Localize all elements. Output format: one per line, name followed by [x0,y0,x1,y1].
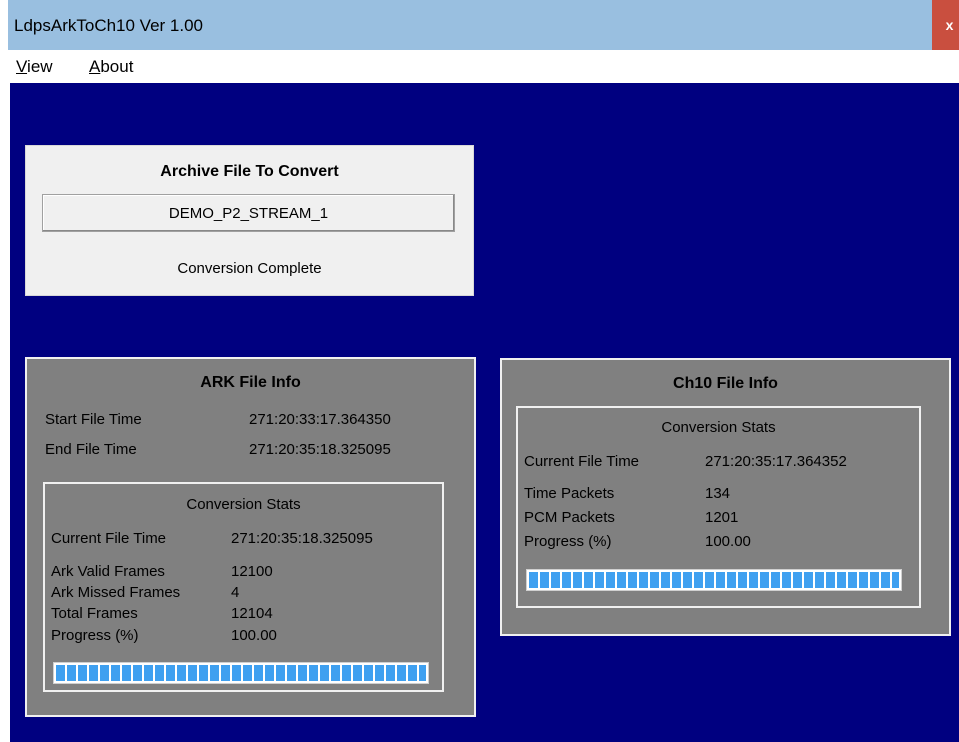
archive-file-button[interactable]: DEMO_P2_STREAM_1 [42,194,455,232]
ark-current-label: Current File Time [51,530,167,547]
ark-heading: ARK File Info [200,374,301,391]
ch10-progress-label: Progress (%) [524,533,612,550]
ark-stats-heading: Conversion Stats [186,496,301,513]
ark-progress-fill [56,665,426,681]
ch10-file-info-panel: Ch10 File Info Conversion Stats Current … [500,358,951,636]
menu-bar: View About [8,50,959,83]
ark-progress-value: 100.00 [231,627,277,644]
menu-about[interactable]: About [89,57,133,77]
close-button[interactable]: x [932,0,959,50]
menu-about-mnemonic: A [89,57,101,76]
ch10-progress-bar [526,569,902,591]
ark-start-label: Start File Time [45,411,142,428]
ch10-progress-fill [529,572,899,588]
ch10-stats-heading: Conversion Stats [661,419,776,436]
ark-progress-bar [53,662,429,684]
app-window: LdpsArkToCh10 Ver 1.00 x View About Arch… [0,0,959,742]
ark-conversion-stats-group: Conversion Stats Current File Time 271:2… [43,482,444,692]
ark-missed-value: 4 [231,584,240,601]
ark-end-value: 271:20:35:18.325095 [249,441,391,458]
ch10-pcm-value: 1201 [705,509,739,526]
client-area: Archive File To Convert DEMO_P2_STREAM_1… [8,83,959,742]
ch10-current-value: 271:20:35:17.364352 [705,453,847,470]
window-title: LdpsArkToCh10 Ver 1.00 [14,16,204,35]
ark-total-label: Total Frames [51,605,138,622]
ch10-time-value: 134 [705,485,731,502]
ch10-heading: Ch10 File Info [673,375,778,392]
menu-about-label: bout [100,57,134,76]
archive-panel: Archive File To Convert DEMO_P2_STREAM_1… [25,145,474,296]
ch10-current-label: Current File Time [524,453,640,470]
title-bar[interactable]: LdpsArkToCh10 Ver 1.00 x [8,0,959,50]
menu-view[interactable]: View [16,57,53,77]
ark-total-value: 12104 [231,605,273,622]
close-icon: x [945,17,954,33]
ark-missed-label: Ark Missed Frames [51,584,181,601]
ark-valid-label: Ark Valid Frames [51,563,165,580]
archive-heading: Archive File To Convert [160,163,339,180]
ark-file-info-panel: ARK File Info Start File Time 271:20:33:… [25,357,476,717]
ch10-conversion-stats-group: Conversion Stats Current File Time 271:2… [516,406,921,608]
ark-start-value: 271:20:33:17.364350 [249,411,391,428]
ark-end-label: End File Time [45,441,137,458]
ch10-time-label: Time Packets [524,485,615,502]
menu-view-mnemonic: V [16,57,28,76]
ch10-pcm-label: PCM Packets [524,509,615,526]
ark-current-value: 271:20:35:18.325095 [231,530,373,547]
ch10-progress-value: 100.00 [705,533,751,550]
conversion-status: Conversion Complete [177,260,322,277]
archive-file-name: DEMO_P2_STREAM_1 [168,204,329,222]
ark-progress-label: Progress (%) [51,627,139,644]
menu-view-label: iew [27,57,53,76]
ark-valid-value: 12100 [231,563,273,580]
